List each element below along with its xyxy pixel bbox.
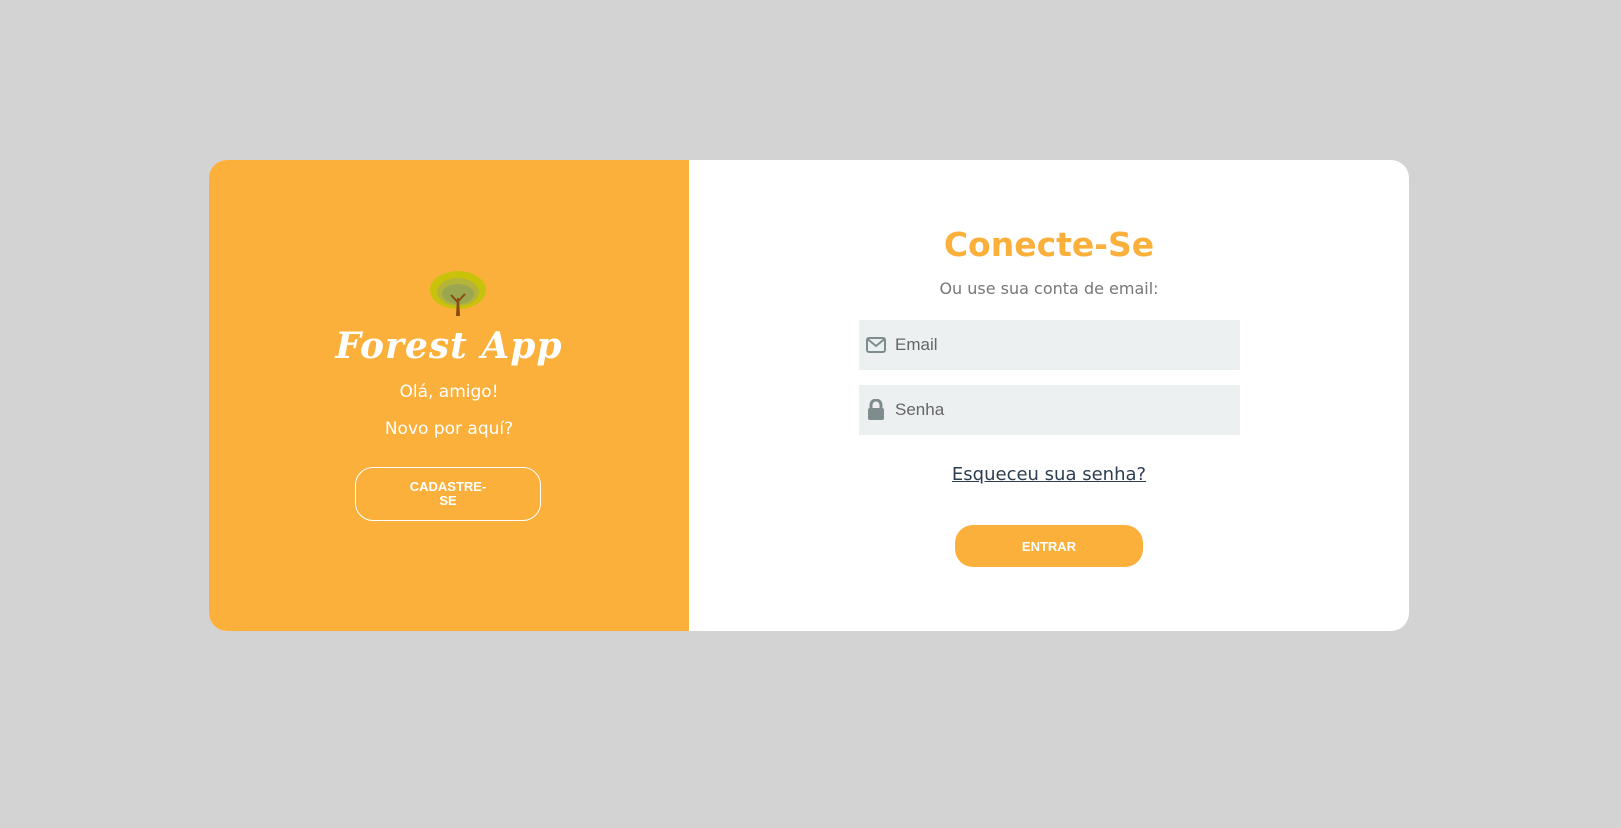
login-card: Forest App Olá, amigo! Novo por aquí? CA… (209, 160, 1409, 631)
login-subtitle: Ou use sua conta de email: (939, 279, 1159, 298)
lock-icon (865, 399, 887, 421)
welcome-panel: Forest App Olá, amigo! Novo por aquí? CA… (209, 160, 689, 631)
login-title: Conecte-Se (943, 225, 1155, 264)
app-title: Forest App (335, 325, 563, 367)
password-field-container (859, 385, 1240, 435)
login-panel: Conecte-Se Ou use sua conta de email: Es (689, 160, 1409, 631)
email-input[interactable] (893, 334, 1217, 356)
new-here-text: Novo por aquí? (384, 419, 514, 439)
login-button[interactable]: ENTRAR (955, 525, 1143, 567)
greeting-text: Olá, amigo! (399, 382, 499, 402)
envelope-icon (865, 334, 887, 356)
forgot-password-container: Esqueceu sua senha? (689, 464, 1409, 485)
password-input[interactable] (893, 399, 1217, 421)
email-field-container (859, 320, 1240, 370)
forgot-password-link[interactable]: Esqueceu sua senha? (952, 464, 1146, 485)
tree-icon (430, 271, 486, 316)
signup-button[interactable]: CADASTRE-SE (355, 467, 541, 521)
signup-button-label: CADASTRE-SE (409, 479, 487, 508)
